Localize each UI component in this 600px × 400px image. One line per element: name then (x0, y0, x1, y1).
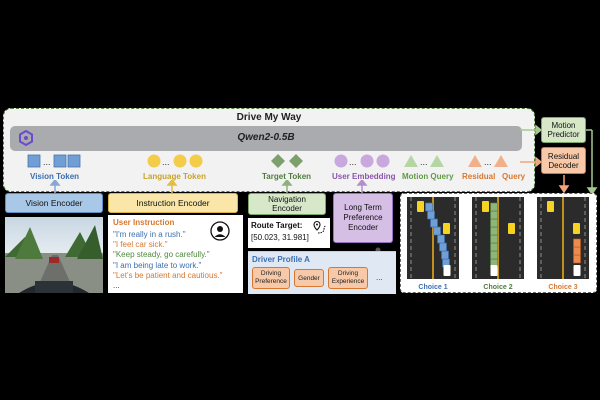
svg-text:...: ... (484, 157, 492, 167)
trajectory-box (490, 218, 498, 228)
trajectory-box (437, 234, 445, 244)
other-vehicle (573, 223, 580, 234)
svg-text:...: ... (43, 157, 51, 167)
svg-text:...: ... (162, 157, 170, 167)
instruction-line: ... (113, 281, 120, 291)
svg-text:...: ... (349, 157, 357, 167)
residual-query-tokens: ... (468, 155, 508, 167)
trajectory-box (439, 242, 447, 252)
trajectory-box (573, 238, 581, 248)
chip-ellipsis: ... (376, 273, 383, 282)
user-embedding-tokens: ... (334, 154, 390, 168)
trajectory-box (430, 218, 438, 228)
diagram-title: Drive My Way (236, 112, 302, 123)
instruction-line: "I'm really in a rush." (113, 230, 186, 239)
trajectory-box (490, 242, 498, 252)
route-value: [50.023, 31.981] (251, 233, 309, 242)
trajectory-box (427, 210, 435, 220)
driver-profile-panel: Driver Profile A Driving Preference Gend… (248, 251, 396, 294)
diagram-canvas: Drive My Way Qwen2-0.5B ... ... ... ... … (0, 0, 600, 400)
instruction-heading: User Instruction (113, 218, 175, 227)
motion-query-tokens: ... (404, 155, 444, 167)
user-avatar-icon (210, 221, 230, 241)
trajectory-box (441, 250, 449, 260)
llm-label: Qwen2-0.5B (237, 132, 295, 143)
driver-profile-title: Driver Profile A (252, 255, 310, 264)
choice-label: Choice 3 (548, 284, 577, 291)
trajectory-box (490, 202, 498, 212)
trajectory-box (433, 226, 441, 236)
vision-tokens: ... (27, 154, 81, 168)
vision-encoder: Vision Encoder (5, 193, 103, 213)
trajectory-box (490, 226, 498, 236)
chip-driving-preference: Driving Preference (252, 267, 290, 289)
trajectory-box (490, 234, 498, 244)
instruction-encoder: Instruction Encoder (108, 193, 238, 213)
route-label: Route Target: (251, 221, 303, 230)
ego-vehicle (490, 265, 498, 276)
choice-label: Choice 2 (483, 284, 512, 291)
trajectory-box (573, 254, 581, 264)
target-tokens (271, 154, 303, 168)
choice-label: Choice 1 (418, 284, 447, 291)
trajectory-box (573, 246, 581, 256)
instruction-panel: User Instruction "I'm really in a rush."… (108, 215, 243, 293)
route-panel: Route Target: [50.023, 31.981] (248, 218, 330, 248)
instruction-line: "I am being late to work." (113, 260, 202, 270)
other-vehicle (482, 201, 489, 212)
other-vehicle (547, 201, 554, 212)
instruction-line: "I feel car sick." (113, 240, 168, 250)
other-vehicle (443, 223, 450, 234)
ego-vehicle (443, 265, 451, 276)
other-vehicle (508, 223, 515, 234)
head-arrows (520, 124, 598, 195)
chip-driving-experience: Driving Experience (328, 267, 368, 289)
instruction-lines: "I'm really in a rush." "I feel car sick.… (113, 230, 223, 291)
trajectory-box (490, 210, 498, 220)
svg-text:...: ... (420, 157, 428, 167)
other-vehicle (417, 201, 424, 212)
trajectory-box (490, 250, 498, 260)
camera-image (5, 217, 103, 293)
trajectory-box (425, 202, 433, 212)
chip-gender: Gender (294, 269, 324, 287)
instruction-line: "Let's be patient and cautious." (113, 270, 223, 280)
preference-encoder: Long Term Preference Encoder (333, 193, 393, 243)
ego-vehicle (573, 265, 581, 276)
instruction-line: "Keep steady, go carefully." (113, 250, 210, 260)
map-pin-icon (312, 220, 328, 236)
navigation-encoder: Navigation Encoder (248, 193, 326, 215)
language-tokens: ... (147, 154, 203, 168)
trajectory-choices: Choice 1 Choice 2 Choice 3 (407, 197, 589, 291)
